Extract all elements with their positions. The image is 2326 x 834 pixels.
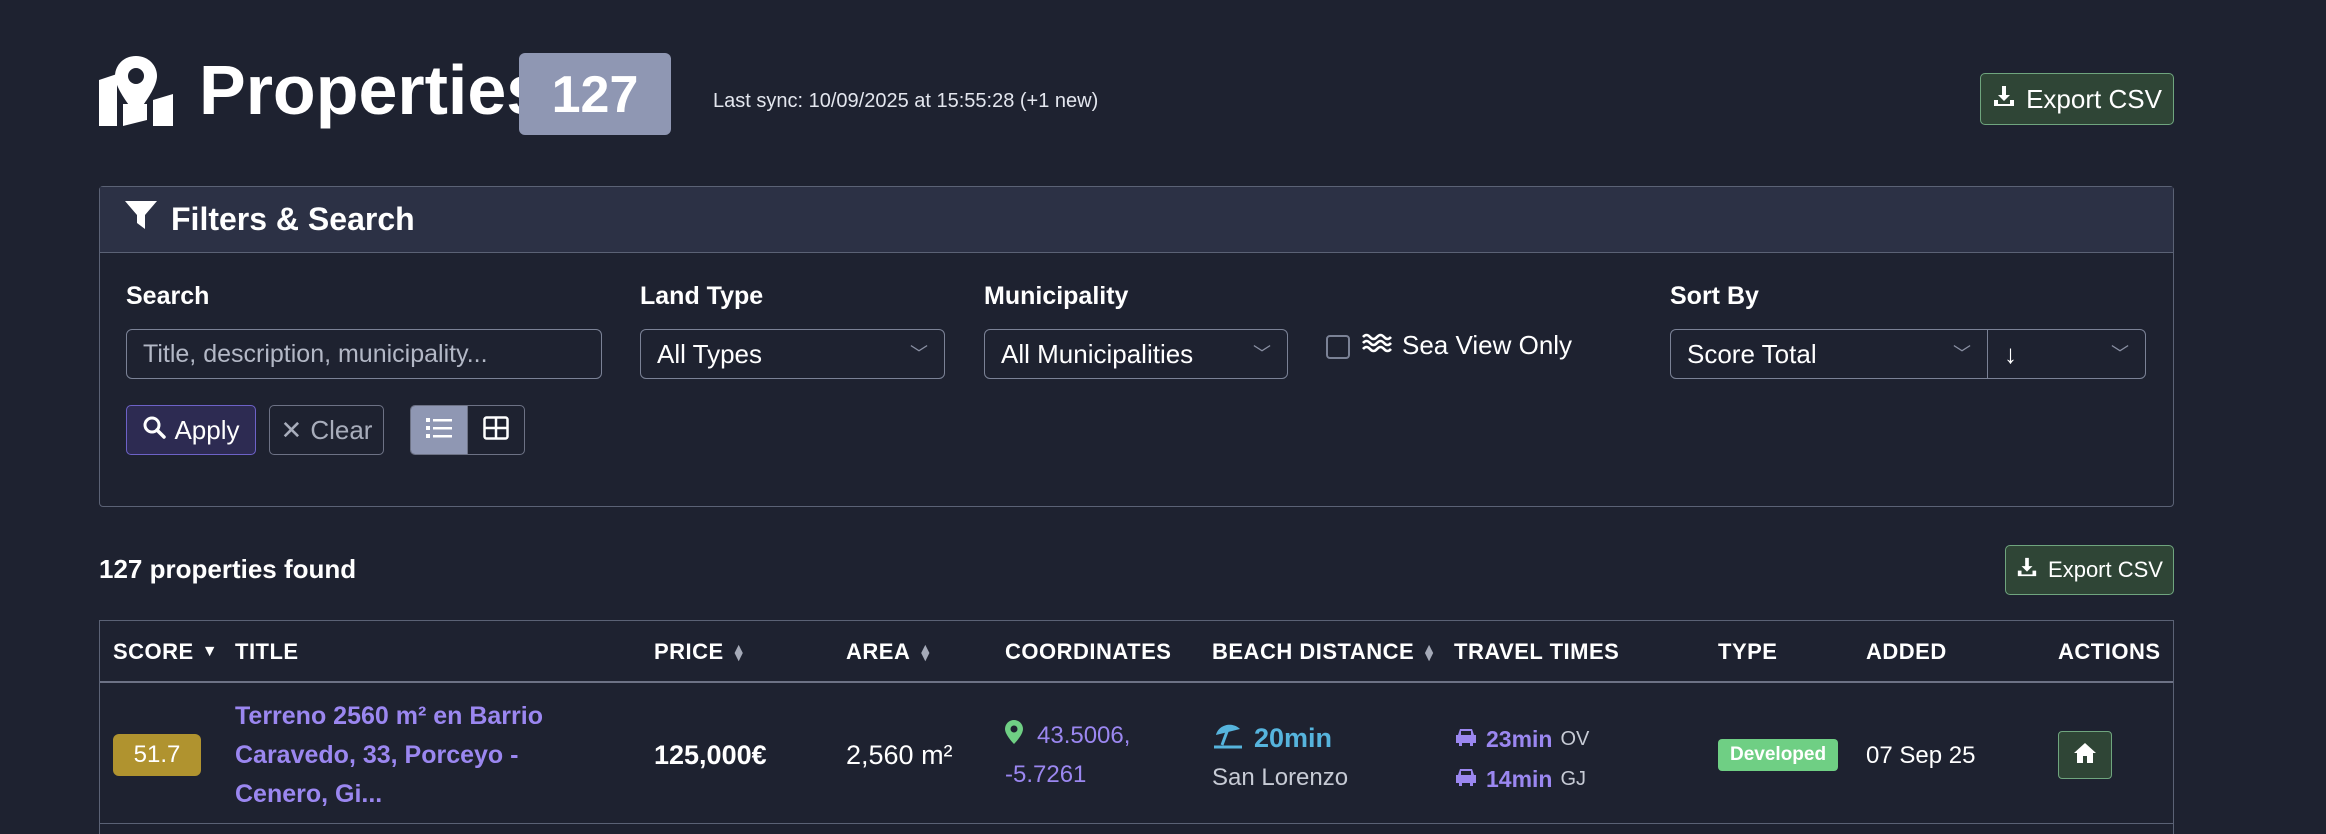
travel-time-item: 23min OV	[1454, 719, 1589, 759]
added-date: 07 Sep 25	[1866, 742, 1976, 769]
score-badge: 51.7	[113, 734, 201, 776]
sort-icon: ▲ ▼	[1422, 640, 1437, 664]
coordinates-link[interactable]: 43.5006, -5.7261	[1005, 717, 1155, 794]
type-badge: Developed	[1718, 739, 1839, 771]
apply-button[interactable]: Apply	[126, 405, 256, 455]
table-header: SCORE ▼ TITLE PRICE ▲ ▼ AREA ▲ ▼ COORDINAT…	[100, 621, 2173, 683]
filter-icon	[125, 200, 157, 239]
column-coordinates: COORDINATES	[1005, 639, 1171, 665]
sea-view-option[interactable]: Sea View Only	[1362, 330, 1572, 361]
sort-field-value: Score Total	[1687, 339, 1817, 369]
export-csv-label: Export CSV	[2048, 557, 2163, 582]
page-header: Properties 127 Last sync: 10/09/2025 at …	[99, 50, 2173, 140]
travel-time-item: 14min GJ	[1454, 759, 1589, 799]
export-csv-button[interactable]: Export CSV	[1980, 73, 2174, 125]
travel-destination: OV	[1560, 727, 1590, 750]
column-coordinates-label: COORDINATES	[1005, 639, 1172, 664]
municipality-label: Municipality	[984, 282, 1129, 310]
view-mode-toggle	[410, 405, 525, 455]
longitude: -5.7261	[1005, 760, 1087, 788]
clear-button[interactable]: ✕ Clear	[269, 405, 384, 455]
column-area[interactable]: AREA ▲ ▼	[846, 639, 933, 665]
last-sync-text: Last sync: 10/09/2025 at 15:55:28 (+1 ne…	[713, 90, 1099, 112]
apply-label: Apply	[174, 414, 240, 445]
column-area-label: AREA	[846, 639, 911, 664]
sort-direction-select[interactable]: ↓ ﹀	[1987, 329, 2146, 379]
properties-table: SCORE ▼ TITLE PRICE ▲ ▼ AREA ▲ ▼ COORDINAT…	[99, 620, 2174, 834]
grid-view-button[interactable]	[467, 406, 524, 454]
column-actions-label: ACTIONS	[2058, 639, 2161, 664]
sort-icon: ▲ ▼	[918, 640, 933, 664]
filters-header: Filters & Search	[100, 187, 2173, 253]
column-added-label: ADDED	[1866, 639, 1947, 664]
sea-view-checkbox[interactable]	[1326, 335, 1350, 359]
property-price: 125,000€	[654, 740, 767, 770]
column-title: TITLE	[235, 639, 299, 665]
sort-field-select[interactable]: Score Total ﹀	[1670, 329, 1988, 379]
sort-desc-icon: ▼	[201, 643, 219, 660]
property-area: 2,560 m²	[846, 740, 953, 770]
close-icon: ✕	[280, 414, 303, 445]
chevron-down-icon: ﹀	[2111, 344, 2129, 364]
car-icon	[1454, 727, 1478, 752]
sort-by-label: Sort By	[1670, 282, 1759, 310]
column-price[interactable]: PRICE ▲ ▼	[654, 639, 746, 665]
page-title: Properties	[199, 51, 546, 129]
land-type-select[interactable]: All Types ﹀	[640, 329, 945, 379]
land-type-label: Land Type	[640, 282, 764, 310]
export-csv-label: Export CSV	[2026, 83, 2162, 114]
travel-minutes: 23min	[1486, 725, 1553, 752]
column-type-label: TYPE	[1718, 639, 1778, 664]
sort-direction-value: ↓	[2004, 339, 2017, 369]
travel-times: 23min OV 14min GJ	[1454, 719, 1589, 799]
column-type: TYPE	[1718, 639, 1777, 665]
car-icon	[1454, 767, 1478, 792]
filters-title: Filters & Search	[171, 201, 415, 237]
municipality-value: All Municipalities	[1001, 339, 1194, 369]
beach-time: 20min	[1254, 723, 1333, 753]
export-csv-button-secondary[interactable]: Export CSV	[2005, 545, 2174, 595]
results-count: 127 properties found	[99, 554, 357, 584]
column-price-label: PRICE	[654, 639, 724, 664]
travel-minutes: 14min	[1486, 765, 1553, 792]
sea-view-label: Sea View Only	[1402, 330, 1573, 360]
sort-icon: ▲ ▼	[731, 640, 747, 664]
column-added: ADDED	[1866, 639, 1947, 665]
municipality-select[interactable]: All Municipalities ﹀	[984, 329, 1288, 379]
beach-umbrella-icon	[1212, 721, 1244, 756]
water-icon	[1362, 330, 1392, 361]
search-label: Search	[126, 282, 210, 310]
column-actions: ACTIONS	[2058, 639, 2161, 665]
clear-label: Clear	[310, 414, 373, 445]
property-count-badge: 127	[519, 53, 671, 135]
table-row: 51.7 Terreno 2560 m² en Barrio Caravedo,…	[100, 683, 2173, 824]
download-icon	[2016, 556, 2038, 584]
column-travel-times: TRAVEL TIMES	[1454, 639, 1619, 665]
column-beach-label: BEACH DISTANCE	[1212, 639, 1415, 664]
view-property-button[interactable]	[2058, 731, 2112, 779]
land-type-value: All Types	[657, 339, 763, 369]
beach-name: San Lorenzo	[1212, 764, 1349, 791]
column-score-label: SCORE	[113, 639, 194, 664]
list-view-button[interactable]	[411, 406, 467, 454]
column-score[interactable]: SCORE ▼	[113, 639, 218, 665]
chevron-down-icon: ﹀	[910, 344, 928, 364]
chevron-down-icon: ﹀	[1953, 344, 1971, 364]
list-icon	[426, 417, 452, 444]
grid-icon	[483, 415, 509, 445]
chevron-down-icon: ﹀	[1253, 344, 1271, 364]
property-title-link[interactable]: Terreno 2560 m² en Barrio Caravedo, 33, …	[235, 697, 615, 814]
search-icon	[142, 415, 167, 446]
column-beach-distance[interactable]: BEACH DISTANCE ▲ ▼	[1212, 639, 1437, 665]
map-pin-icon	[1005, 718, 1023, 756]
column-title-label: TITLE	[235, 639, 299, 664]
latitude: 43.5006,	[1037, 722, 1131, 749]
home-icon	[2073, 742, 2097, 769]
column-travel-label: TRAVEL TIMES	[1454, 639, 1620, 664]
map-location-icon	[99, 56, 173, 126]
search-input[interactable]: Title, description, municipality...	[126, 329, 602, 379]
travel-destination: GJ	[1560, 767, 1587, 790]
download-icon	[1992, 84, 2016, 115]
beach-distance: 20min San Lorenzo	[1212, 721, 1348, 792]
